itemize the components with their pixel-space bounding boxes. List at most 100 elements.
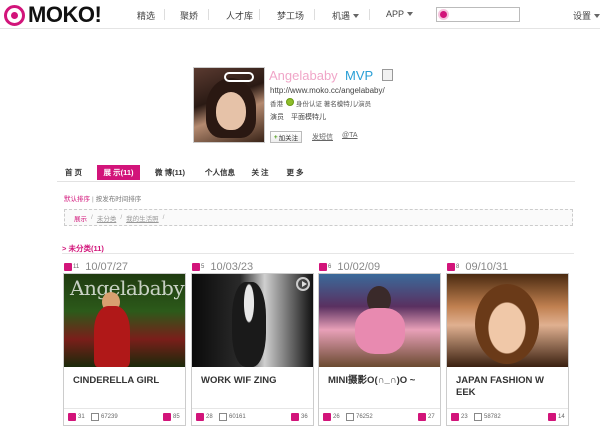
tab-following[interactable]: 关 注 bbox=[248, 165, 272, 180]
follow-button[interactable]: + 加关注 bbox=[270, 131, 302, 143]
sort-separator: | bbox=[92, 196, 94, 203]
breadcrumb-separator: / bbox=[162, 214, 165, 221]
album-card[interactable]: Angelababy CINDERELLA GIRL 31 67239 85 bbox=[63, 273, 186, 426]
album-meta: 11 10/07/27 bbox=[64, 258, 129, 273]
profile-verification: 身份认证 著名模特儿/演员 bbox=[296, 101, 372, 108]
comment-icon bbox=[291, 413, 299, 421]
moko-logo-icon bbox=[4, 4, 25, 26]
profile-location: 香港 bbox=[270, 101, 283, 108]
album-title[interactable]: JAPAN FASHION W EEK bbox=[456, 375, 564, 399]
nav-divider bbox=[164, 9, 165, 20]
tab-showcase[interactable]: 展 示(11) bbox=[97, 165, 140, 180]
album-card[interactable]: MINI摄影O(∩_∩)O ~ 26 76252 27 bbox=[318, 273, 441, 426]
nav-item-talent-pool[interactable]: 人才库 bbox=[226, 9, 253, 22]
album-cover-photo[interactable] bbox=[447, 274, 568, 367]
album-title[interactable]: MINI摄影O(∩_∩)O ~ bbox=[328, 375, 436, 387]
comment-count: 85 bbox=[173, 414, 180, 420]
settings-label: 设置 bbox=[573, 11, 592, 21]
nav-item-opportunities[interactable]: 机遇 bbox=[332, 9, 360, 22]
album-cover-photo[interactable] bbox=[319, 274, 440, 367]
search-icon[interactable] bbox=[438, 9, 449, 20]
album-meta: 6 10/02/09 bbox=[319, 258, 380, 273]
album-stats: 31 67239 85 bbox=[64, 408, 185, 425]
verified-icon bbox=[286, 98, 294, 106]
nav-item-app[interactable]: APP bbox=[386, 9, 414, 19]
nav-item-app-label: APP bbox=[386, 9, 405, 19]
like-count: 28 bbox=[206, 414, 213, 420]
send-message-link[interactable]: 发短信 bbox=[312, 132, 333, 142]
chevron-down-icon bbox=[353, 14, 360, 18]
moko-logo[interactable]: MOKO! bbox=[4, 2, 102, 27]
tab-home[interactable]: 首 页 bbox=[60, 165, 87, 180]
comment-icon bbox=[548, 413, 556, 421]
album-date: 10/03/23 bbox=[210, 260, 254, 273]
breadcrumb-separator: / bbox=[120, 214, 123, 221]
nav-divider bbox=[259, 9, 260, 20]
sort-default[interactable]: 默认排序 bbox=[64, 196, 90, 203]
like-icon bbox=[323, 413, 331, 421]
album-meta: 5 10/03/23 bbox=[192, 258, 254, 273]
profile-name: Angelababy bbox=[269, 68, 338, 83]
view-count: 67239 bbox=[101, 414, 118, 420]
album-stats: 23 58782 14 bbox=[447, 408, 568, 425]
mention-link[interactable]: @TA bbox=[342, 132, 358, 139]
breadcrumb-separator: / bbox=[91, 214, 93, 221]
view-count: 76252 bbox=[356, 414, 373, 420]
album-meta: 8 09/10/31 bbox=[447, 258, 509, 273]
profile-rank-badge: MVP bbox=[345, 68, 374, 83]
album-card[interactable]: JAPAN FASHION W EEK 23 58782 14 bbox=[446, 273, 569, 426]
comment-count: 27 bbox=[428, 414, 435, 420]
like-count: 31 bbox=[78, 414, 85, 420]
nav-item-featured[interactable]: 精选 bbox=[137, 9, 155, 22]
nav-divider bbox=[369, 9, 370, 20]
view-icon bbox=[474, 413, 482, 421]
photo-count-icon bbox=[319, 262, 327, 271]
album-title[interactable]: WORK WIF ZING bbox=[201, 375, 309, 387]
nav-divider bbox=[314, 9, 315, 20]
sort-by-time[interactable]: 按发布时间排序 bbox=[96, 196, 142, 203]
tab-more[interactable]: 更 多 bbox=[283, 165, 307, 180]
top-nav-bar: MOKO! 精选 聚娇 人才库 梦工场 机遇 APP 设置 bbox=[0, 0, 600, 29]
album-cover-photo[interactable] bbox=[192, 274, 313, 367]
breadcrumb: 展示 / 未分类 / 我的生活照 / bbox=[64, 209, 573, 226]
settings-menu[interactable]: 设置 bbox=[573, 9, 600, 22]
plus-icon: + bbox=[273, 133, 278, 141]
breadcrumb-showcase[interactable]: 展示 bbox=[74, 213, 87, 223]
breadcrumb-my-life-photos[interactable]: 我的生活照 bbox=[126, 213, 159, 223]
photo-count-icon bbox=[447, 262, 455, 271]
nav-item-gathering[interactable]: 聚娇 bbox=[180, 9, 198, 22]
sort-options: 默认排序 | 按发布时间排序 bbox=[64, 193, 141, 203]
play-icon[interactable] bbox=[296, 277, 310, 291]
like-count: 26 bbox=[333, 414, 340, 420]
photo-count: 11 bbox=[73, 263, 80, 270]
breadcrumb-uncategorized[interactable]: 未分类 bbox=[97, 213, 117, 223]
profile-url[interactable]: http://www.moko.cc/angelababy/ bbox=[270, 86, 385, 95]
view-icon bbox=[91, 413, 99, 421]
view-icon bbox=[219, 413, 227, 421]
tabs-divider bbox=[57, 181, 575, 182]
follow-button-label: 加关注 bbox=[278, 135, 299, 142]
logo-text: MOKO! bbox=[28, 2, 102, 27]
profile-tag-actor[interactable]: 演员 bbox=[270, 112, 284, 122]
album-title[interactable]: CINDERELLA GIRL bbox=[73, 375, 181, 387]
nav-divider bbox=[208, 9, 209, 20]
profile-avatar[interactable] bbox=[193, 67, 265, 143]
like-icon bbox=[451, 413, 459, 421]
profile-tag-print-model[interactable]: 平面模特儿 bbox=[291, 112, 326, 122]
photo-count: 6 bbox=[328, 263, 332, 270]
tab-weibo[interactable]: 微 博(11) bbox=[150, 165, 190, 180]
photo-watermark: Angelababy bbox=[70, 276, 185, 300]
like-icon bbox=[196, 413, 204, 421]
member-badge-icon bbox=[382, 69, 393, 81]
album-date: 09/10/31 bbox=[465, 260, 509, 273]
nav-item-dream-factory[interactable]: 梦工场 bbox=[277, 9, 304, 22]
album-cover-photo[interactable]: Angelababy bbox=[64, 274, 185, 367]
chevron-down-icon bbox=[594, 14, 600, 18]
view-count: 58782 bbox=[484, 414, 501, 420]
tab-profile-info[interactable]: 个人信息 bbox=[200, 165, 240, 180]
comment-count: 36 bbox=[301, 414, 308, 420]
album-card[interactable]: WORK WIF ZING 28 60161 36 bbox=[191, 273, 314, 426]
view-icon bbox=[346, 413, 354, 421]
album-date: 10/07/27 bbox=[85, 260, 129, 273]
comment-count: 14 bbox=[558, 414, 565, 420]
